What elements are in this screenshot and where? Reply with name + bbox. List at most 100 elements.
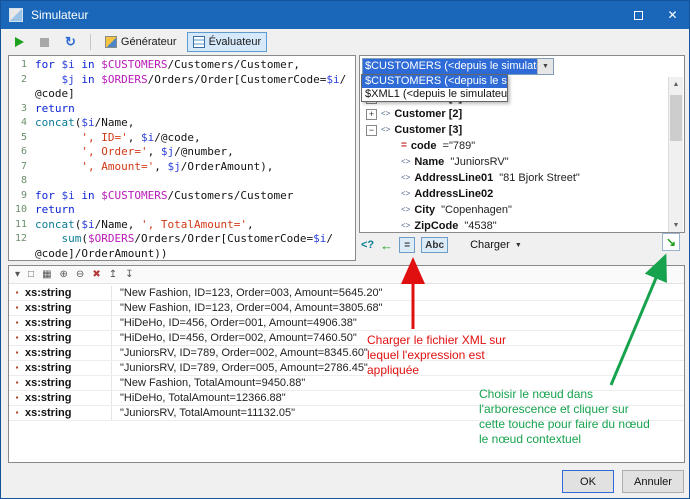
back-arrow-icon[interactable]: ← [380,238,393,253]
xml-prolog-icon[interactable]: <? [361,239,374,251]
stop-icon [40,38,49,47]
evaluator-button[interactable]: Évaluateur [187,32,268,52]
element-icon: <> [401,186,410,202]
charger-button[interactable]: Charger ▼ [464,236,528,254]
pl-token: , [154,160,167,173]
pl-token: /OrderAmount), [181,160,274,173]
code-text: concat($i/Name, [35,116,134,131]
code-line: @code]/OrderAmount)) [11,247,355,262]
node-value: ="789" [443,138,476,154]
evaluator-icon [193,36,205,48]
clear-results-icon[interactable]: ✖ [92,269,100,280]
zoom-in-icon[interactable]: ⊕ [60,269,68,280]
scroll-down-icon[interactable]: ▼ [669,218,683,232]
pl-token [35,73,62,86]
result-value: "New Fashion, ID=123, Order=004, Amount=… [111,301,684,315]
node-name: AddressLine01 [414,170,493,186]
pl-token: /Customers/Customer [167,189,293,202]
gvar-token: $CUSTOMERS [101,58,167,71]
scroll-thumb[interactable] [670,95,682,141]
result-bullet-icon: ▪ [9,391,25,405]
cancel-button[interactable]: Annuler [622,470,684,493]
pl-token: /Orders/Order[CustomerCode= [134,232,313,245]
close-button[interactable]: ✕ [656,1,689,29]
element-icon: <> [401,202,410,218]
result-bullet-icon: ▪ [9,361,25,375]
node-name: City [414,202,435,218]
grid-view-icon[interactable]: ▦ [42,269,51,280]
equals-toggle[interactable]: = [399,237,415,253]
pl-token: @code] [35,87,75,100]
maximize-button[interactable] [622,1,655,29]
window-title: Simulateur [31,8,88,22]
result-row[interactable]: ▪xs:string"JuniorsRV, ID=789, Order=002,… [9,346,684,361]
str-token: ', Amount=' [81,160,154,173]
node-name: Customer [3] [394,122,462,138]
gvar-token: $ORDERS [101,73,147,86]
pl-token: /Name, [95,116,135,129]
tree-row[interactable]: +<>Customer [2] [362,106,667,122]
var-token: $j [62,73,75,86]
result-row[interactable]: ▪xs:string"JuniorsRV, ID=789, Order=005,… [9,361,684,376]
source-combo[interactable]: $CUSTOMERS (<depuis le simulateur>) ▼ [362,58,554,75]
result-row[interactable]: ▪xs:string"HiDeHo, ID=456, Order=002, Am… [9,331,684,346]
jump-top-icon[interactable]: ↥ [109,269,117,280]
result-type: xs:string [25,406,111,420]
kw-token: for [35,189,62,202]
result-type: xs:string [25,376,111,390]
tree-row[interactable]: −<>Customer [3] [362,122,667,138]
gvar-token: $CUSTOMERS [101,189,167,202]
filter-icon[interactable]: ▾ [15,269,20,280]
result-row[interactable]: ▪xs:string"New Fashion, ID=123, Order=00… [9,286,684,301]
var-token: $i [141,131,154,144]
node-value: "Copenhagen" [441,202,512,218]
kw-token: in [75,73,102,86]
result-type: xs:string [25,301,111,315]
result-value: "New Fashion, ID=123, Order=003, Amount=… [111,286,684,300]
fn-token: sum [62,232,82,245]
result-bullet-icon: ▪ [9,331,25,345]
kw-token: return [35,203,75,216]
cell-view-icon[interactable]: □ [28,269,34,280]
green-annotation: Choisir le nœud dans l'arborescence et c… [479,387,684,447]
play-icon [15,37,24,47]
run-button[interactable] [9,32,30,52]
evaluator-label: Évaluateur [209,36,262,48]
result-type: xs:string [25,331,111,345]
pl-token: , [247,218,254,231]
set-context-node-button[interactable]: ↘ [662,233,680,251]
stop-button[interactable] [34,32,55,52]
tree-row[interactable]: <>AddressLine01"81 Bjork Street" [362,170,667,186]
tree-row[interactable]: =code="789" [362,138,667,154]
simulator-dialog: Simulateur ✕ ↻ Générateur Évaluateur 1fo… [0,0,690,499]
generator-button[interactable]: Générateur [99,32,183,52]
tree-row[interactable]: <>City "Copenhagen" [362,202,667,218]
code-line: 2 $j in $ORDERS/Orders/Order[CustomerCod… [11,73,355,88]
pl-token: /Orders/Order[CustomerCode= [148,73,327,86]
jump-bottom-icon[interactable]: ↧ [125,269,133,280]
line-number: 10 [11,203,27,218]
results-toolbar: ▾ □ ▦ ⊕ ⊖ ✖ ↥ ↧ [9,266,684,284]
result-type: xs:string [25,391,111,405]
result-row[interactable]: ▪xs:string"New Fashion, ID=123, Order=00… [9,301,684,316]
tree-expander-icon[interactable]: − [366,125,377,136]
combo-option[interactable]: $CUSTOMERS (<depuis le simulateur>) [362,75,507,88]
tree-row[interactable]: <>Name"JuniorsRV" [362,154,667,170]
ok-button[interactable]: OK [562,470,614,493]
tree-row[interactable]: <>AddressLine02 [362,186,667,202]
zoom-out-icon[interactable]: ⊖ [76,269,84,280]
tree-scrollbar[interactable]: ▲ ▼ [668,77,683,232]
node-name: ZipCode [414,218,458,232]
abc-toggle[interactable]: Abc [421,237,448,253]
scroll-up-icon[interactable]: ▲ [669,77,683,91]
tree-expander-icon[interactable]: + [366,109,377,120]
combo-option[interactable]: $XML1 (<depuis le simulateur>) [362,88,507,101]
result-row[interactable]: ▪xs:string"HiDeHo, ID=456, Order=001, Am… [9,316,684,331]
restart-button[interactable]: ↻ [59,32,82,52]
pl-token: /@number, [174,145,234,158]
tree-row[interactable]: <>ZipCode"4538" [362,218,667,232]
code-line: 10 return [11,203,355,218]
combo-arrow-icon[interactable]: ▼ [537,59,553,74]
line-number: 9 [11,189,27,204]
xquery-editor[interactable]: 1for $i in $CUSTOMERS/Customers/Customer… [8,55,356,261]
